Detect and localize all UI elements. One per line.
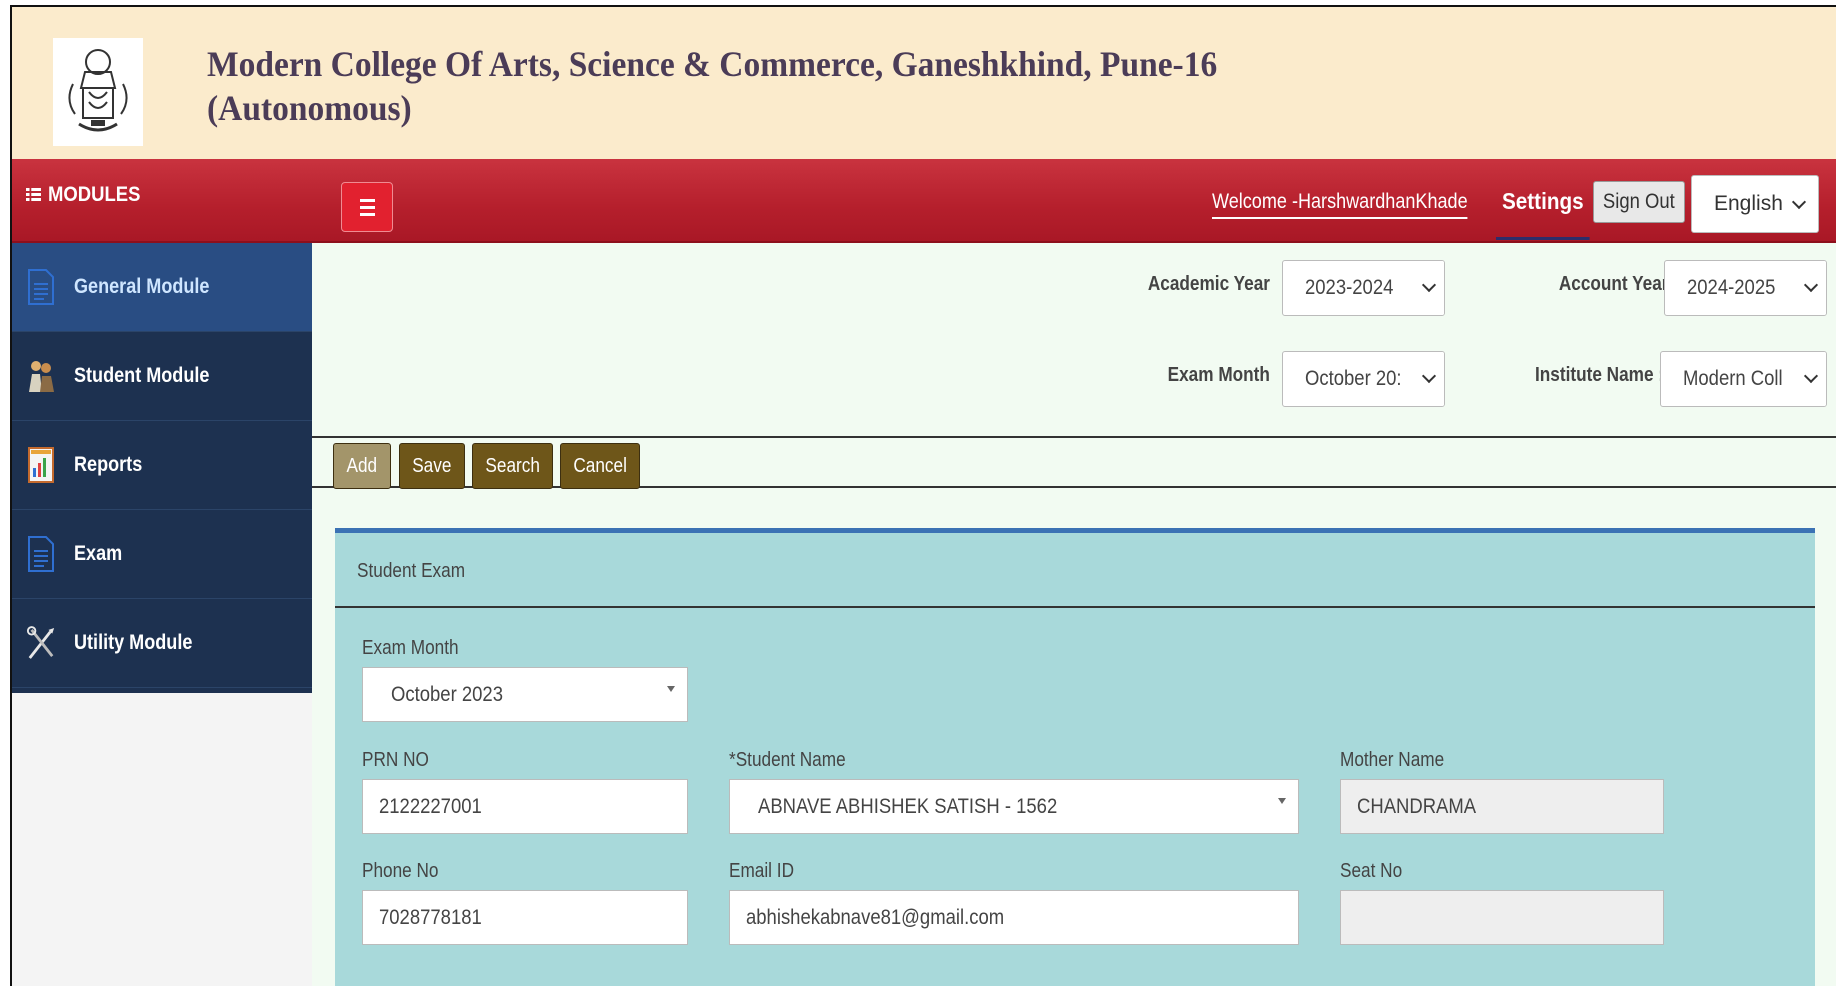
sidebar-item-label: Utility Module xyxy=(74,631,193,654)
college-header: Modern College Of Arts, Science & Commer… xyxy=(12,7,1836,159)
college-title-line2: (Autonomous) xyxy=(207,88,412,128)
search-button[interactable]: Search xyxy=(472,443,553,489)
institute-name-select[interactable]: Modern Coll xyxy=(1660,351,1827,407)
modules-label: MODULES xyxy=(48,183,141,206)
seat-no-input[interactable] xyxy=(1340,890,1664,945)
mother-name-input[interactable]: CHANDRAMA xyxy=(1340,779,1664,834)
panel-title: Student Exam xyxy=(357,560,466,582)
academic-year-label: Academic Year xyxy=(1147,273,1270,295)
exam-month-filter-select[interactable]: October 20: xyxy=(1282,351,1445,407)
account-year-label: Account Year xyxy=(1558,273,1668,295)
college-logo xyxy=(53,38,143,146)
welcome-user-link[interactable]: Welcome -HarshwardhanKhade xyxy=(1212,190,1468,219)
prn-label: PRN NO xyxy=(362,749,429,771)
tools-icon xyxy=(26,623,56,663)
sidebar-item-reports[interactable]: Reports xyxy=(12,421,312,510)
college-seal-icon xyxy=(68,49,128,132)
save-button[interactable]: Save xyxy=(399,443,465,489)
panel-divider xyxy=(335,606,1815,608)
email-input[interactable]: abhishekabnave81@gmail.com xyxy=(729,890,1299,945)
sidebar-item-label: Reports xyxy=(74,453,143,476)
account-year-select[interactable]: 2024-2025 xyxy=(1664,260,1827,316)
document-icon xyxy=(26,267,56,307)
college-title: Modern College Of Arts, Science & Commer… xyxy=(207,42,1217,130)
institute-name-label: Institute Name : xyxy=(1534,364,1664,386)
menu-toggle-button[interactable] xyxy=(341,182,393,232)
mother-name-label: Mother Name xyxy=(1340,749,1445,771)
student-name-label: *Student Name xyxy=(729,749,846,771)
list-icon xyxy=(26,188,41,202)
seat-no-label: Seat No xyxy=(1340,860,1403,882)
app-window: Modern College Of Arts, Science & Commer… xyxy=(10,5,1836,986)
dropdown-arrow-icon xyxy=(667,686,675,692)
dropdown-arrow-icon xyxy=(1278,798,1286,804)
chevron-down-icon xyxy=(1791,194,1807,210)
student-exam-panel: Student Exam Exam Month October 2023 PRN… xyxy=(335,528,1815,986)
top-navbar: MODULES Welcome -HarshwardhanKhade Setti… xyxy=(12,159,1836,243)
sidebar-item-utility-module[interactable]: Utility Module xyxy=(12,599,312,688)
document-icon xyxy=(26,534,56,574)
exam-month-label: Exam Month xyxy=(362,637,459,659)
sidebar-item-label: Student Module xyxy=(74,364,210,387)
students-icon xyxy=(26,356,56,396)
sign-out-button[interactable]: Sign Out xyxy=(1593,181,1685,223)
language-value: English xyxy=(1714,192,1783,215)
academic-year-select[interactable]: 2023-2024 xyxy=(1282,260,1445,316)
modules-heading: MODULES xyxy=(26,183,140,207)
college-title-line1: Modern College Of Arts, Science & Commer… xyxy=(207,44,1218,84)
student-name-select[interactable]: ABNAVE ABHISHEK SATISH - 1562 xyxy=(729,779,1299,834)
sidebar-item-exam[interactable]: Exam xyxy=(12,510,312,599)
prn-input[interactable]: 2122227001 xyxy=(362,779,688,834)
main-content: Academic Year 2023-2024 Account Year 202… xyxy=(312,243,1836,986)
settings-link[interactable]: Settings xyxy=(1496,188,1590,240)
sidebar-item-student-module[interactable]: Student Module xyxy=(12,332,312,421)
sidebar-item-label: Exam xyxy=(74,542,123,565)
hamburger-icon xyxy=(359,198,375,202)
phone-label: Phone No xyxy=(362,860,439,882)
sidebar: General Module Student Module Reports Ex… xyxy=(12,243,312,693)
exam-month-filter-label: Exam Month xyxy=(1167,364,1270,386)
phone-input[interactable]: 7028778181 xyxy=(362,890,688,945)
exam-month-select[interactable]: October 2023 xyxy=(362,667,688,722)
email-label: Email ID xyxy=(729,860,794,882)
report-icon xyxy=(26,445,56,485)
action-toolbar: Add Save Search Cancel xyxy=(312,436,1836,489)
cancel-button[interactable]: Cancel xyxy=(560,443,640,489)
sidebar-item-label: General Module xyxy=(74,275,210,298)
language-select[interactable]: English xyxy=(1691,175,1819,233)
sidebar-item-general-module[interactable]: General Module xyxy=(12,243,312,332)
add-button[interactable]: Add xyxy=(333,443,391,489)
